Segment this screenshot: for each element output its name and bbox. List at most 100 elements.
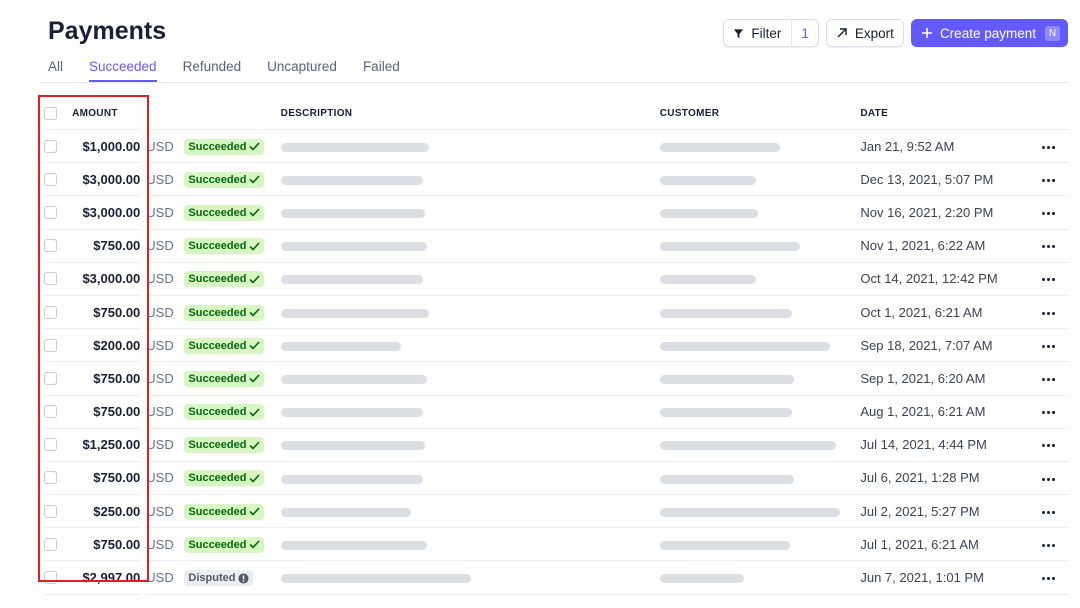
more-options-icon[interactable] xyxy=(1042,178,1056,182)
table-row[interactable]: $2,997.00 USD Disputed Jun 7, 2021, 1:01 PM xyxy=(44,560,1069,595)
row-checkbox[interactable] xyxy=(44,139,57,153)
amount-cell: $750.00 xyxy=(72,295,144,330)
currency-cell: USD xyxy=(140,229,185,263)
info-icon xyxy=(238,572,249,584)
column-header-amount[interactable]: AMOUNT xyxy=(72,97,144,130)
more-options-icon[interactable] xyxy=(1042,477,1056,481)
table-row[interactable]: $3,000.00 USD Succeeded Oct 14, 2021, 12:42… xyxy=(44,262,1069,296)
export-button[interactable]: Export xyxy=(825,19,904,47)
currency-cell: USD xyxy=(140,560,185,595)
row-checkbox[interactable] xyxy=(44,405,57,419)
status-tabs: All Succeeded Refunded Uncaptured Failed xyxy=(48,59,400,82)
tab-succeeded[interactable]: Succeeded xyxy=(89,59,157,82)
column-header-customer[interactable]: CUSTOMER xyxy=(659,97,861,130)
currency-cell: USD xyxy=(140,295,185,330)
redacted-customer xyxy=(659,474,794,484)
row-checkbox[interactable] xyxy=(44,504,57,518)
create-payment-button[interactable]: Create payment N xyxy=(910,19,1068,47)
more-options-icon[interactable] xyxy=(1042,212,1056,216)
status-label: Succeeded xyxy=(188,273,247,286)
amount-cell: $200.00 xyxy=(72,328,144,363)
status-label: Succeeded xyxy=(188,173,247,186)
table-row[interactable]: $750.00 USD Succeeded Oct 1, 2021, 6:21 AM xyxy=(44,295,1069,330)
status-label: Succeeded xyxy=(188,306,247,319)
filter-label: Filter xyxy=(751,25,782,41)
status-badge: Succeeded xyxy=(184,437,265,454)
tab-failed[interactable]: Failed xyxy=(363,59,400,82)
currency-cell: USD xyxy=(140,461,185,496)
date-cell: Nov 1, 2021, 6:22 AM xyxy=(860,229,1029,263)
more-options-icon[interactable] xyxy=(1042,245,1056,249)
redacted-customer xyxy=(659,341,830,351)
table-row[interactable]: $750.00 USD Succeeded Jul 1, 2021, 6:21 AM xyxy=(44,527,1069,562)
status-badge: Succeeded xyxy=(184,536,265,553)
redacted-customer xyxy=(659,142,780,152)
status-label: Succeeded xyxy=(188,472,247,485)
tab-uncaptured[interactable]: Uncaptured xyxy=(267,59,337,82)
date-cell: Nov 16, 2021, 2:20 PM xyxy=(860,195,1029,230)
row-checkbox[interactable] xyxy=(44,305,57,319)
filter-icon xyxy=(734,28,744,38)
row-checkbox[interactable] xyxy=(44,338,57,352)
status-badge: Succeeded xyxy=(184,171,265,188)
column-header-description[interactable]: DESCRIPTION xyxy=(280,97,660,130)
date-cell: Jul 1, 2021, 6:21 AM xyxy=(860,527,1029,562)
row-checkbox[interactable] xyxy=(44,471,57,485)
amount-cell: $750.00 xyxy=(72,361,144,396)
more-options-icon[interactable] xyxy=(1042,577,1056,581)
row-checkbox[interactable] xyxy=(44,537,57,551)
redacted-customer xyxy=(659,574,744,584)
table-row[interactable]: $1,000.00 USD Succeeded Jan 21, 9:52 AM xyxy=(44,129,1069,164)
row-checkbox[interactable] xyxy=(44,371,57,385)
filter-button[interactable]: Filter 1 xyxy=(723,19,819,47)
more-options-icon[interactable] xyxy=(1042,344,1056,348)
more-options-icon[interactable] xyxy=(1042,311,1056,315)
more-options-icon[interactable] xyxy=(1042,411,1056,415)
tab-all[interactable]: All xyxy=(48,59,63,82)
table-row[interactable]: $750.00 USD Succeeded Nov 1, 2021, 6:22 AM xyxy=(44,229,1069,263)
redacted-description xyxy=(280,507,411,517)
amount-cell: $1,250.00 xyxy=(72,428,144,462)
more-options-icon[interactable] xyxy=(1042,278,1056,282)
checkmark-icon xyxy=(249,175,261,184)
table-row[interactable]: $3,000.00 USD Succeeded Nov 16, 2021, 2:20 … xyxy=(44,195,1069,230)
amount-cell: $3,000.00 xyxy=(72,195,144,230)
row-checkbox[interactable] xyxy=(44,571,57,585)
amount-cell: $3,000.00 xyxy=(72,262,144,296)
checkmark-icon xyxy=(249,275,261,284)
row-checkbox[interactable] xyxy=(44,438,57,452)
column-header-date[interactable]: DATE xyxy=(860,97,1029,130)
redacted-customer xyxy=(659,175,756,185)
table-row[interactable]: $1,250.00 USD Succeeded Jul 14, 2021, 4:44 … xyxy=(44,428,1069,462)
amount-cell: $750.00 xyxy=(72,229,144,263)
row-checkbox[interactable] xyxy=(44,205,57,219)
row-checkbox[interactable] xyxy=(44,239,57,253)
more-options-icon[interactable] xyxy=(1042,145,1056,149)
table-row[interactable]: $750.00 USD Succeeded Jul 6, 2021, 1:28 PM xyxy=(44,461,1069,496)
more-options-icon[interactable] xyxy=(1042,444,1056,448)
date-cell: Dec 13, 2021, 5:07 PM xyxy=(860,162,1029,197)
table-header-row: AMOUNT DESCRIPTION CUSTOMER DATE xyxy=(44,97,1069,130)
status-badge: Disputed xyxy=(184,570,254,587)
status-label: Succeeded xyxy=(188,372,247,385)
table-row[interactable]: $200.00 USD Succeeded Sep 18, 2021, 7:07 AM xyxy=(44,328,1069,363)
date-cell: Sep 18, 2021, 7:07 AM xyxy=(860,328,1029,363)
table-row[interactable]: $3,000.00 USD Succeeded Dec 13, 2021, 5:07 … xyxy=(44,162,1069,197)
table-row[interactable]: $750.00 USD Succeeded Aug 1, 2021, 6:21 AM xyxy=(44,395,1069,429)
table-row[interactable]: $750.00 USD Succeeded Sep 1, 2021, 6:20 AM xyxy=(44,361,1069,396)
date-cell: Oct 1, 2021, 6:21 AM xyxy=(860,295,1029,330)
table-row[interactable]: $250.00 USD Succeeded Jul 2, 2021, 5:27 PM xyxy=(44,494,1069,529)
amount-cell: $250.00 xyxy=(72,494,144,529)
tab-refunded[interactable]: Refunded xyxy=(183,59,242,82)
row-checkbox[interactable] xyxy=(44,272,57,286)
more-options-icon[interactable] xyxy=(1042,543,1056,547)
more-options-icon[interactable] xyxy=(1042,510,1056,514)
row-checkbox[interactable] xyxy=(44,172,57,186)
select-all-checkbox[interactable] xyxy=(44,106,57,120)
checkmark-icon xyxy=(249,242,261,251)
status-badge: Succeeded xyxy=(184,470,265,487)
checkmark-icon xyxy=(249,408,261,417)
redacted-description xyxy=(280,142,429,152)
more-options-icon[interactable] xyxy=(1042,377,1056,381)
status-badge: Succeeded xyxy=(184,370,265,387)
